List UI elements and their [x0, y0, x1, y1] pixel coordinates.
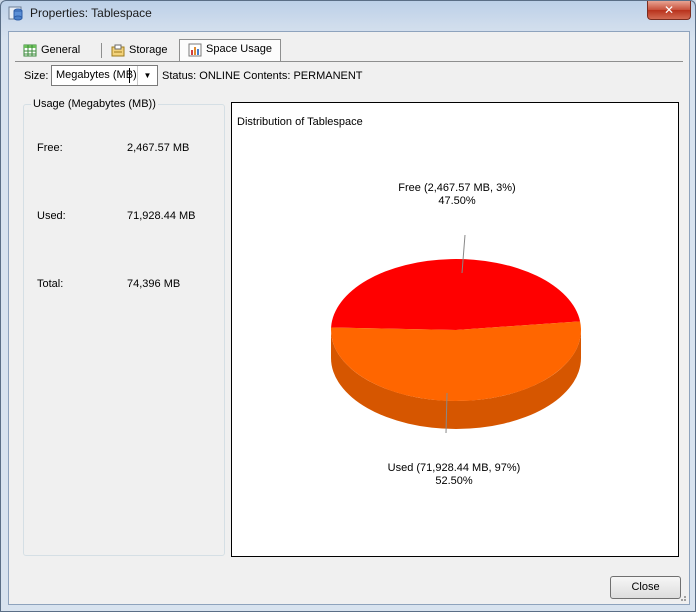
used-slice-label: Used (71,928.44 MB, 97%) 52.50% — [354, 462, 554, 488]
free-label: Free: — [37, 142, 63, 154]
resize-grip-icon[interactable] — [677, 592, 687, 602]
size-select[interactable]: Megabytes (MB) ▼ — [51, 65, 158, 86]
free-slice-label-line2: 47.50% — [438, 195, 476, 207]
properties-window: Properties: Tablespace ✕ General Storage… — [0, 0, 696, 612]
used-slice-label-line1: Used (71,928.44 MB, 97%) — [387, 462, 521, 474]
free-value: 2,467.57 MB — [127, 142, 190, 154]
tablespace-app-icon — [8, 6, 23, 21]
free-slice-label: Free (2,467.57 MB, 3%) 47.50% — [357, 182, 557, 208]
tab-separator — [101, 43, 102, 58]
distribution-chart: Distribution of Tablespace Free (2,467.5… — [231, 102, 679, 557]
free-slice — [331, 258, 581, 330]
usage-groupbox — [23, 104, 225, 556]
tab-storage-label: Storage — [129, 44, 168, 56]
total-label: Total: — [37, 278, 64, 290]
used-label: Used: — [37, 210, 66, 222]
close-button[interactable]: Close — [610, 576, 681, 599]
tab-general-label: General — [41, 44, 81, 56]
status-text: Status: ONLINE Contents: PERMANENT — [162, 70, 363, 82]
tab-storage[interactable]: Storage — [103, 41, 176, 61]
pie-chart — [331, 234, 581, 434]
used-value: 71,928.44 MB — [127, 210, 196, 222]
chart-icon — [188, 43, 202, 57]
window-title: Properties: Tablespace — [30, 6, 152, 20]
total-value: 74,396 MB — [127, 278, 181, 290]
free-slice-label-line1: Free (2,467.57 MB, 3%) — [398, 182, 516, 194]
usage-legend: Usage (Megabytes (MB)) — [31, 98, 158, 110]
size-select-value: Megabytes (MB) — [56, 69, 137, 81]
size-label: Size: — [24, 70, 49, 82]
table-grid-icon — [23, 44, 37, 57]
tab-space-usage-label: Space Usage — [206, 43, 273, 55]
used-slice-label-line2: 52.50% — [435, 475, 473, 487]
chevron-down-icon[interactable]: ▼ — [137, 66, 157, 85]
dialog-client-area: General Storage Space Usage Size: Megaby… — [8, 31, 690, 605]
window-close-icon[interactable]: ✕ — [647, 1, 691, 20]
text-caret — [129, 68, 130, 83]
tab-general[interactable]: General — [15, 41, 88, 61]
tab-space-usage[interactable]: Space Usage — [179, 39, 282, 62]
title-bar[interactable]: Properties: Tablespace ✕ — [1, 1, 695, 25]
storage-icon — [111, 44, 125, 57]
